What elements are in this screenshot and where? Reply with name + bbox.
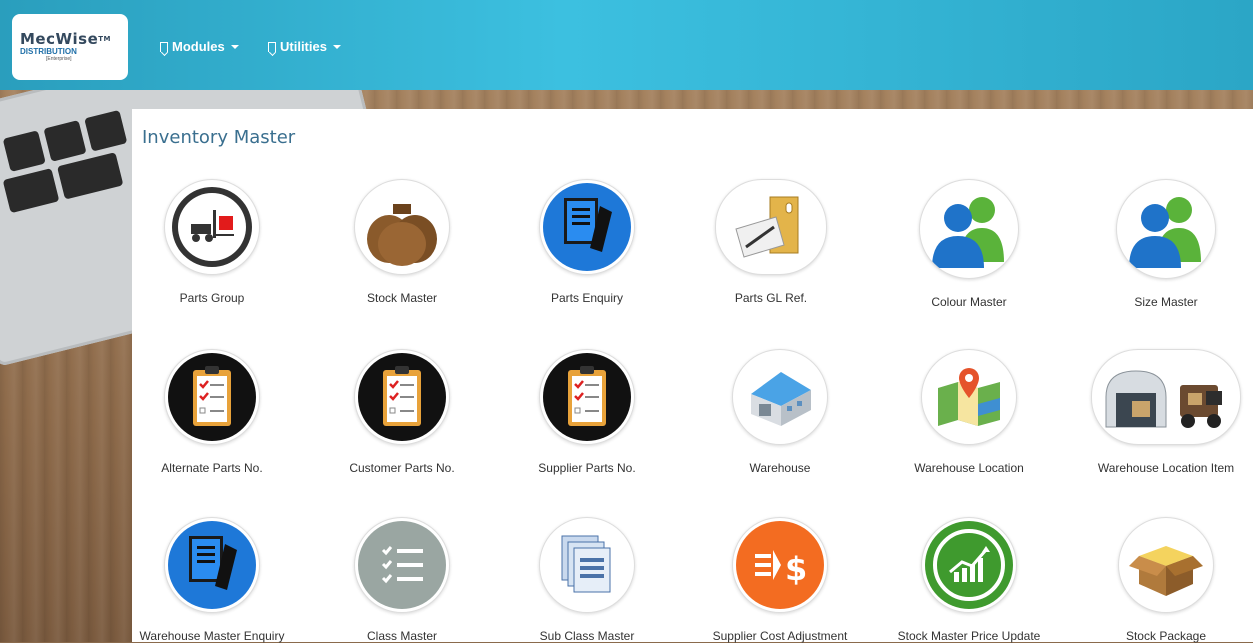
tile-label: Sub Class Master bbox=[539, 629, 635, 643]
tile-stock-master-price-update[interactable]: Stock Master Price Update bbox=[884, 517, 1054, 643]
tile-stock-package[interactable]: Stock Package bbox=[1081, 517, 1251, 643]
tile-label: Warehouse bbox=[749, 461, 811, 475]
brand-edition: [Enterprise] bbox=[46, 56, 72, 62]
binder-icon bbox=[715, 179, 827, 275]
documents-icon bbox=[539, 179, 635, 275]
tile-alternate-parts-no[interactable]: Alternate Parts No. bbox=[127, 349, 297, 475]
top-navbar: MecWiseTM DISTRIBUTION [Enterprise] Modu… bbox=[0, 0, 1253, 90]
chart-up-icon bbox=[921, 517, 1017, 613]
tile-label: Warehouse Location Item bbox=[1097, 461, 1235, 475]
nav-modules[interactable]: Modules bbox=[160, 39, 239, 54]
tile-parts-enquiry[interactable]: Parts Enquiry bbox=[502, 179, 672, 305]
caret-down-icon bbox=[332, 44, 341, 49]
nav-modules-label: Modules bbox=[172, 39, 225, 54]
tile-label: Warehouse Location bbox=[914, 461, 1024, 475]
tile-label: Warehouse Master Enquiry bbox=[139, 629, 285, 643]
map-pin-icon bbox=[921, 349, 1017, 445]
forklift-icon bbox=[164, 179, 260, 275]
brand-logo[interactable]: MecWiseTM DISTRIBUTION [Enterprise] bbox=[12, 14, 128, 80]
tile-label: Parts GL Ref. bbox=[734, 291, 808, 305]
tile-label: Parts Enquiry bbox=[550, 291, 624, 305]
inventory-master-panel: Inventory Master Parts Group Stock Maste… bbox=[132, 109, 1253, 643]
users-icon bbox=[919, 179, 1019, 279]
tile-label: Colour Master bbox=[931, 295, 1007, 309]
money-bags-icon bbox=[354, 179, 450, 275]
bookmark-icon bbox=[160, 41, 168, 52]
tile-stock-master[interactable]: Stock Master bbox=[317, 179, 487, 305]
tile-label: Parts Group bbox=[179, 291, 245, 305]
brand-subtitle: DISTRIBUTION bbox=[20, 47, 77, 56]
tile-warehouse-location[interactable]: Warehouse Location bbox=[884, 349, 1054, 475]
page-title: Inventory Master bbox=[142, 127, 296, 148]
tile-warehouse-location-item[interactable]: Warehouse Location Item bbox=[1081, 349, 1251, 475]
tile-supplier-parts-no[interactable]: Supplier Parts No. bbox=[502, 349, 672, 475]
svg-text:$: $ bbox=[785, 550, 807, 588]
tile-parts-group[interactable]: Parts Group bbox=[127, 179, 297, 305]
tile-label: Supplier Cost Adjustment bbox=[712, 629, 848, 643]
tile-label: Stock Master bbox=[366, 291, 438, 305]
stacked-pages-icon bbox=[539, 517, 635, 613]
tile-parts-gl-ref[interactable]: Parts GL Ref. bbox=[686, 179, 856, 305]
garage-truck-icon bbox=[1091, 349, 1241, 445]
list-icon bbox=[354, 517, 450, 613]
clipboard-checklist-icon bbox=[354, 349, 450, 445]
tile-class-master[interactable]: Class Master bbox=[317, 517, 487, 643]
tile-supplier-cost-adjustment[interactable]: $ Supplier Cost Adjustment bbox=[695, 517, 865, 643]
package-box-icon bbox=[1118, 517, 1214, 613]
nav-utilities-label: Utilities bbox=[280, 39, 327, 54]
caret-down-icon bbox=[230, 44, 239, 49]
tile-colour-master[interactable]: Colour Master bbox=[884, 179, 1054, 309]
tile-warehouse[interactable]: Warehouse bbox=[695, 349, 865, 475]
tile-customer-parts-no[interactable]: Customer Parts No. bbox=[317, 349, 487, 475]
tile-label: Size Master bbox=[1134, 295, 1198, 309]
tile-label: Supplier Parts No. bbox=[538, 461, 636, 475]
dollar-arrows-icon: $ bbox=[732, 517, 828, 613]
documents-icon bbox=[164, 517, 260, 613]
brand-name: MecWise bbox=[20, 30, 99, 48]
tile-label: Alternate Parts No. bbox=[161, 461, 263, 475]
tile-size-master[interactable]: Size Master bbox=[1081, 179, 1251, 309]
warehouse-icon bbox=[732, 349, 828, 445]
clipboard-checklist-icon bbox=[164, 349, 260, 445]
tile-label: Class Master bbox=[366, 629, 437, 643]
tile-sub-class-master[interactable]: Sub Class Master bbox=[502, 517, 672, 643]
tile-label: Stock Package bbox=[1125, 629, 1207, 643]
users-icon bbox=[1116, 179, 1216, 279]
brand-tm: TM bbox=[98, 35, 112, 43]
nav-utilities[interactable]: Utilities bbox=[268, 39, 341, 54]
bookmark-icon bbox=[268, 41, 276, 52]
tile-label: Stock Master Price Update bbox=[897, 629, 1041, 643]
tile-warehouse-master-enquiry[interactable]: Warehouse Master Enquiry bbox=[127, 517, 297, 643]
clipboard-checklist-icon bbox=[539, 349, 635, 445]
tile-label: Customer Parts No. bbox=[349, 461, 455, 475]
